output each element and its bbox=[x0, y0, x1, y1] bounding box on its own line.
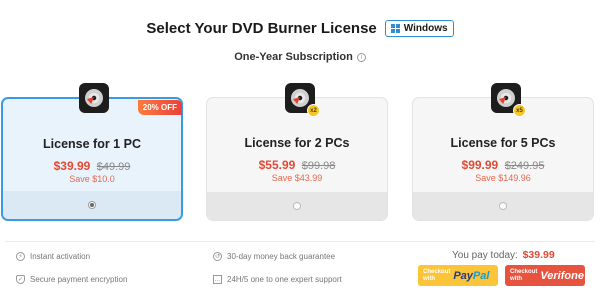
feature-instant-activation: ⚡ Instant activation bbox=[16, 252, 90, 261]
old-price: $49.99 bbox=[96, 161, 131, 173]
feature-secure-payment: ✓ Secure payment encryption bbox=[16, 275, 127, 284]
verifone-logo: Verifone bbox=[540, 269, 584, 282]
subscription-label: One-Year Subscription bbox=[234, 51, 353, 63]
price-row: $39.99 $49.99 bbox=[3, 157, 181, 175]
checkout-label: Checkout bbox=[510, 269, 538, 275]
license-card-5pcs[interactable]: License for 5 PCs $99.99 $249.95 Save $1… bbox=[412, 97, 594, 221]
old-price: $99.98 bbox=[301, 160, 336, 172]
feature-label: 24H/5 one to one expert support bbox=[227, 275, 342, 284]
license-name: License for 2 PCs bbox=[244, 136, 350, 150]
old-price: $249.95 bbox=[504, 160, 545, 172]
feature-money-back: ↺ 30-day money back guarantee bbox=[213, 252, 335, 261]
paypal-checkout-button[interactable]: Checkout with PayPal bbox=[418, 265, 498, 286]
pay-today-amount: $39.99 bbox=[522, 249, 555, 261]
price-row: $55.99 $99.98 bbox=[207, 156, 387, 174]
paypal-logo: PayPal bbox=[453, 269, 490, 282]
quantity-badge: x5 bbox=[513, 104, 526, 117]
feature-label: Secure payment encryption bbox=[30, 275, 128, 284]
money-back-icon: ↺ bbox=[213, 252, 222, 261]
subscription-row: One-Year Subscription i bbox=[0, 51, 600, 63]
discount-badge: 20% OFF bbox=[137, 100, 182, 115]
dvd-disc-icon bbox=[79, 83, 109, 113]
savings-text: Save $10.0 bbox=[69, 174, 115, 184]
dvd-disc-icon: x5 bbox=[491, 83, 526, 117]
card-footer[interactable] bbox=[413, 192, 593, 220]
os-badge[interactable]: Windows bbox=[384, 20, 454, 37]
savings-text: Save $43.99 bbox=[271, 173, 323, 183]
current-price: $55.99 bbox=[258, 158, 296, 172]
windows-icon bbox=[390, 24, 400, 33]
dvd-disc-icon: x2 bbox=[285, 83, 320, 117]
checkout-with-label: with bbox=[423, 275, 435, 282]
radio-unselected[interactable] bbox=[499, 202, 507, 210]
page-title: Select Your DVD Burner License bbox=[146, 20, 377, 37]
feature-label: 30-day money back guarantee bbox=[227, 252, 336, 261]
info-icon[interactable]: i bbox=[356, 52, 366, 62]
radio-selected[interactable] bbox=[88, 201, 96, 209]
chat-icon: … bbox=[213, 275, 222, 284]
feature-expert-support: … 24H/5 one to one expert support bbox=[213, 275, 342, 284]
title-row: Select Your DVD Burner License Windows bbox=[0, 20, 600, 37]
divider bbox=[5, 241, 595, 242]
checkout-label: Checkout bbox=[423, 269, 451, 275]
license-name: License for 5 PCs bbox=[450, 136, 556, 150]
feature-label: Instant activation bbox=[30, 252, 91, 261]
current-price: $99.99 bbox=[461, 158, 499, 172]
card-footer[interactable] bbox=[207, 192, 387, 220]
os-label: Windows bbox=[403, 23, 448, 34]
card-footer[interactable] bbox=[3, 191, 181, 219]
checkout-with-label: with bbox=[510, 275, 522, 282]
license-card-1pc[interactable]: 20% OFF License for 1 PC $39.99 $49.99 S… bbox=[1, 97, 183, 221]
pay-today-row: You pay today: $39.99 bbox=[452, 249, 555, 261]
license-name: License for 1 PC bbox=[43, 137, 141, 151]
pay-today-label: You pay today: bbox=[452, 250, 518, 261]
verifone-checkout-button[interactable]: Checkout with Verifone bbox=[505, 265, 585, 286]
savings-text: Save $149.96 bbox=[475, 173, 531, 183]
price-row: $99.99 $249.95 bbox=[413, 156, 593, 174]
license-card-2pcs[interactable]: License for 2 PCs $55.99 $99.98 Save $43… bbox=[206, 97, 388, 221]
radio-unselected[interactable] bbox=[293, 202, 301, 210]
quantity-badge: x2 bbox=[307, 104, 320, 117]
shield-icon: ✓ bbox=[16, 275, 25, 284]
lightning-icon: ⚡ bbox=[16, 252, 25, 261]
current-price: $39.99 bbox=[53, 159, 91, 173]
